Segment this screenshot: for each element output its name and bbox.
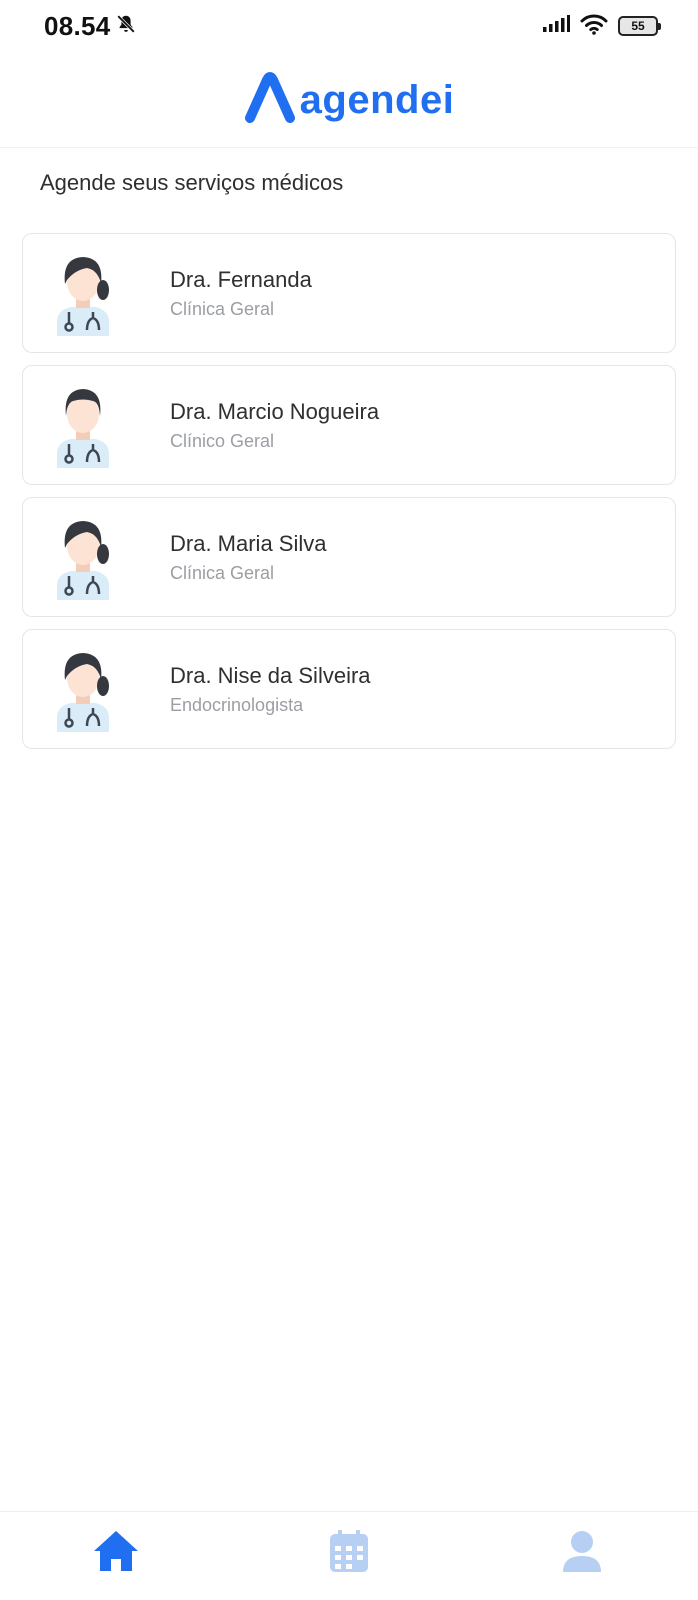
home-icon bbox=[92, 1529, 140, 1578]
doctor-card[interactable]: Dra. Maria Silva Clínica Geral bbox=[22, 497, 676, 617]
doctor-name: Dra. Fernanda bbox=[170, 266, 312, 292]
doctor-card[interactable]: Dra. Fernanda Clínica Geral bbox=[22, 233, 676, 353]
nav-profile[interactable] bbox=[522, 1523, 642, 1583]
male-doctor-icon bbox=[53, 382, 113, 468]
status-time: 08.54 bbox=[44, 10, 111, 41]
wifi-icon bbox=[580, 13, 608, 40]
doctor-name: Dra. Nise da Silveira bbox=[170, 662, 371, 688]
doctor-info: Dra. Marcio Nogueira Clínico Geral bbox=[170, 399, 379, 452]
nav-calendar[interactable] bbox=[289, 1523, 409, 1583]
doctor-info: Dra. Fernanda Clínica Geral bbox=[170, 267, 312, 320]
app-logo: agendei bbox=[244, 70, 455, 129]
doctor-card[interactable]: Dra. Nise da Silveira Endocrinologista bbox=[22, 629, 676, 749]
female-doctor-icon bbox=[53, 514, 113, 600]
status-bar: 08.54 55 bbox=[0, 0, 698, 52]
doctor-name: Dra. Maria Silva bbox=[170, 530, 327, 556]
logo-mark-icon bbox=[244, 70, 296, 129]
bell-muted-icon bbox=[115, 13, 137, 40]
doctor-specialty: Clínico Geral bbox=[170, 430, 275, 451]
doctor-card[interactable]: Dra. Marcio Nogueira Clínico Geral bbox=[22, 365, 676, 485]
battery-icon: 55 bbox=[618, 16, 661, 36]
doctor-specialty: Clínica Geral bbox=[170, 298, 275, 319]
status-left: 08.54 bbox=[44, 11, 137, 42]
doctor-name: Dra. Marcio Nogueira bbox=[170, 398, 380, 424]
female-doctor-icon bbox=[53, 250, 113, 336]
bottom-nav bbox=[0, 1511, 698, 1600]
female-doctor-icon bbox=[53, 646, 113, 732]
app-screen: 08.54 55 agendei Agende seus serviços mé… bbox=[0, 0, 698, 1600]
doctor-info: Dra. Maria Silva Clínica Geral bbox=[170, 531, 326, 584]
app-header: agendei bbox=[0, 52, 698, 148]
doctor-list: Dra. Fernanda Clínica Geral Dra. Marcio … bbox=[22, 233, 676, 749]
signal-icon bbox=[542, 14, 570, 38]
profile-icon bbox=[561, 1529, 603, 1578]
doctor-info: Dra. Nise da Silveira Endocrinologista bbox=[170, 663, 371, 716]
doctor-specialty: Clínica Geral bbox=[170, 562, 275, 583]
nav-home[interactable] bbox=[56, 1523, 176, 1583]
status-right: 55 bbox=[542, 13, 661, 40]
logo-text: agendei bbox=[299, 78, 455, 122]
calendar-icon bbox=[328, 1529, 370, 1578]
page-subtitle: Agende seus serviços médicos bbox=[40, 170, 344, 195]
doctor-specialty: Endocrinologista bbox=[170, 694, 304, 715]
